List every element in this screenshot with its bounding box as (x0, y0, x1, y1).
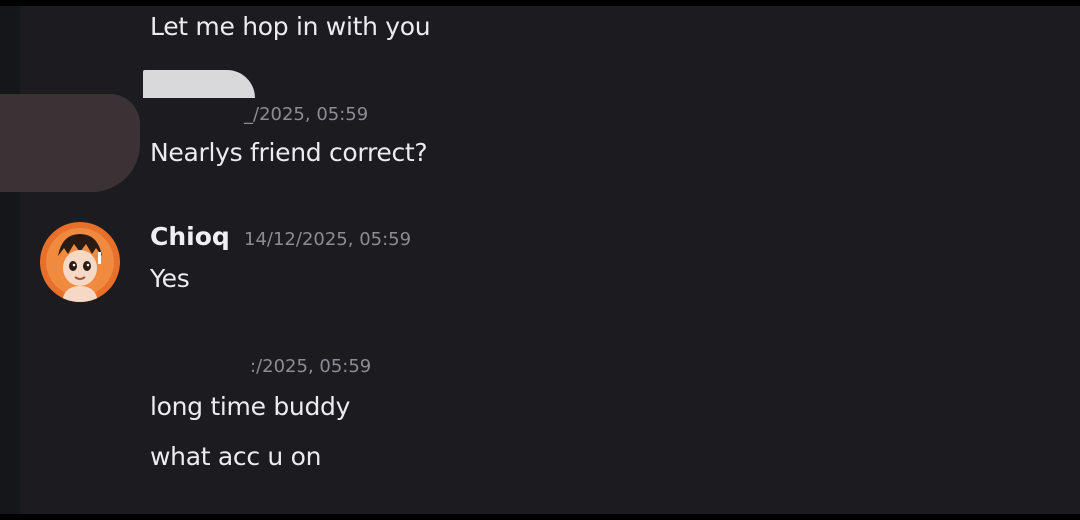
message-text: Let me hop in with you (150, 12, 431, 41)
message-text: what acc u on (150, 442, 322, 471)
message-author[interactable]: Chioq (150, 222, 230, 251)
message-timestamp: :/2025, 05:59 (250, 356, 372, 377)
redacted-avatar (0, 94, 140, 192)
message-timestamp: _/2025, 05:59 (244, 104, 369, 125)
message-text: long time buddy (150, 392, 351, 421)
chat-message-list: Let me hop in with you _/2025, 05:59 Nea… (0, 6, 1080, 514)
message-text: Nearlys friend correct? (150, 138, 428, 167)
message-timestamp: 14/12/2025, 05:59 (244, 229, 412, 250)
user-avatar-icon[interactable] (40, 222, 120, 302)
left-panel-edge (0, 6, 20, 514)
redacted-username (143, 70, 255, 98)
message-text: Yes (150, 264, 190, 293)
